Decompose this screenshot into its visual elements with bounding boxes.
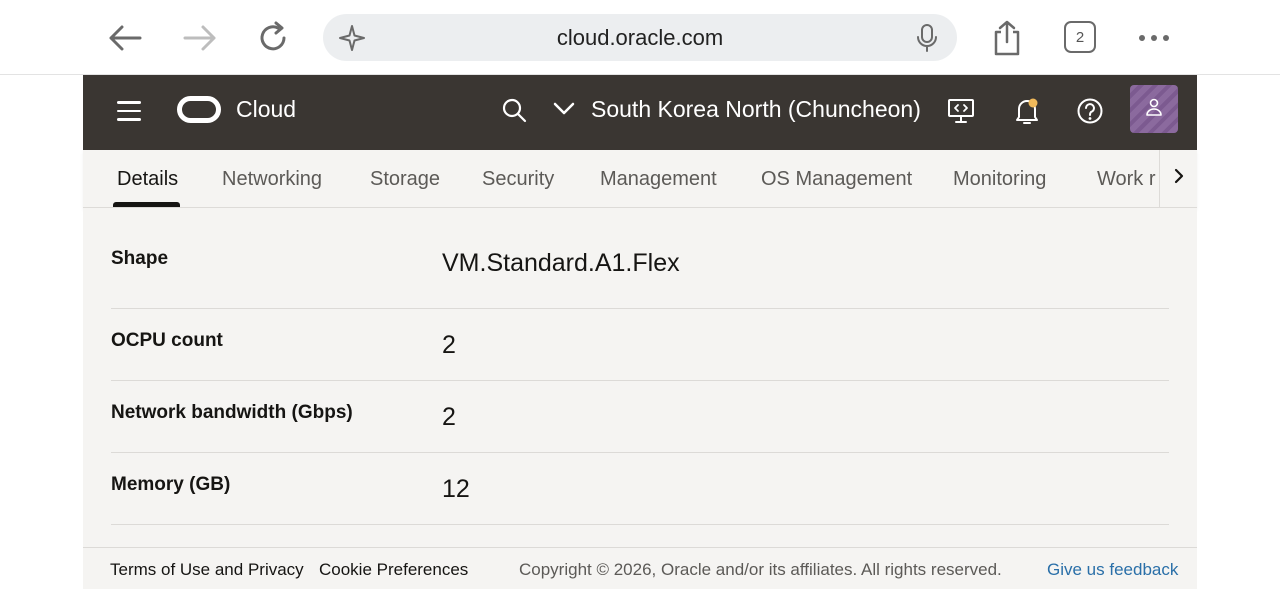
developer-tools-icon[interactable] (947, 97, 975, 125)
chevron-right-icon (1173, 167, 1185, 190)
help-icon[interactable] (1076, 97, 1104, 125)
url-text: cloud.oracle.com (556, 25, 724, 50)
instance-details-panel: Shape VM.Standard.A1.Flex OCPU count 2 N… (83, 208, 1197, 547)
tab-storage[interactable]: Storage (370, 168, 440, 191)
detail-label: Network bandwidth (Gbps) (111, 402, 353, 423)
tab-monitoring[interactable]: Monitoring (953, 168, 1046, 191)
detail-value: 2 (442, 331, 456, 359)
page-footer: Terms of Use and Privacy Cookie Preferen… (83, 547, 1197, 589)
console-header: Cloud South Korea North (Chuncheon) (83, 75, 1197, 150)
tab-count-button[interactable]: 2 (1064, 21, 1096, 53)
tab-networking[interactable]: Networking (222, 168, 322, 191)
detail-row-ocpu: OCPU count 2 (111, 309, 1169, 381)
detail-value: VM.Standard.A1.Flex (442, 249, 680, 277)
detail-value: 12 (442, 475, 470, 503)
detail-label: Shape (111, 248, 169, 269)
tab-details[interactable]: Details (117, 168, 178, 191)
search-icon[interactable] (501, 97, 527, 123)
share-icon[interactable] (987, 18, 1027, 58)
tab-management[interactable]: Management (600, 168, 717, 191)
detail-label: OCPU count (111, 330, 223, 351)
detail-row-bandwidth: Network bandwidth (Gbps) 2 (111, 381, 1169, 453)
microphone-icon[interactable] (915, 23, 939, 58)
user-avatar[interactable] (1130, 85, 1178, 133)
active-tab-indicator (113, 202, 180, 207)
detail-label: Memory (GB) (111, 474, 231, 495)
detail-row-shape: Shape VM.Standard.A1.Flex (111, 208, 1169, 309)
terms-link[interactable]: Terms of Use and Privacy (110, 560, 304, 580)
browser-toolbar: cloud.oracle.com 2 (0, 0, 1280, 75)
feedback-link[interactable]: Give us feedback (1047, 560, 1178, 580)
region-selector[interactable]: South Korea North (Chuncheon) (591, 96, 921, 123)
tabs-scroll-right-button[interactable] (1159, 150, 1197, 207)
detail-value: 2 (442, 403, 456, 431)
address-bar[interactable]: cloud.oracle.com (323, 14, 957, 61)
more-icon[interactable] (1134, 18, 1174, 58)
detail-row-memory: Memory (GB) 12 (111, 453, 1169, 525)
oracle-logo[interactable] (177, 96, 221, 123)
copyright-text: Copyright © 2026, Oracle and/or its affi… (519, 560, 1002, 579)
back-icon[interactable] (105, 18, 145, 58)
notifications-icon[interactable] (1013, 96, 1041, 126)
tab-work-requests[interactable]: Work r (1097, 168, 1156, 191)
tab-security[interactable]: Security (482, 168, 554, 191)
user-icon (1144, 97, 1164, 122)
resource-tabs: Details Networking Storage Security Mana… (83, 150, 1197, 208)
brand-label[interactable]: Cloud (236, 96, 296, 123)
forward-icon[interactable] (180, 18, 220, 58)
cookie-preferences-link[interactable]: Cookie Preferences (319, 560, 468, 580)
chevron-down-icon[interactable] (553, 102, 575, 116)
menu-icon[interactable] (117, 101, 141, 121)
reload-icon[interactable] (253, 18, 293, 58)
tab-os-management[interactable]: OS Management (761, 168, 912, 191)
